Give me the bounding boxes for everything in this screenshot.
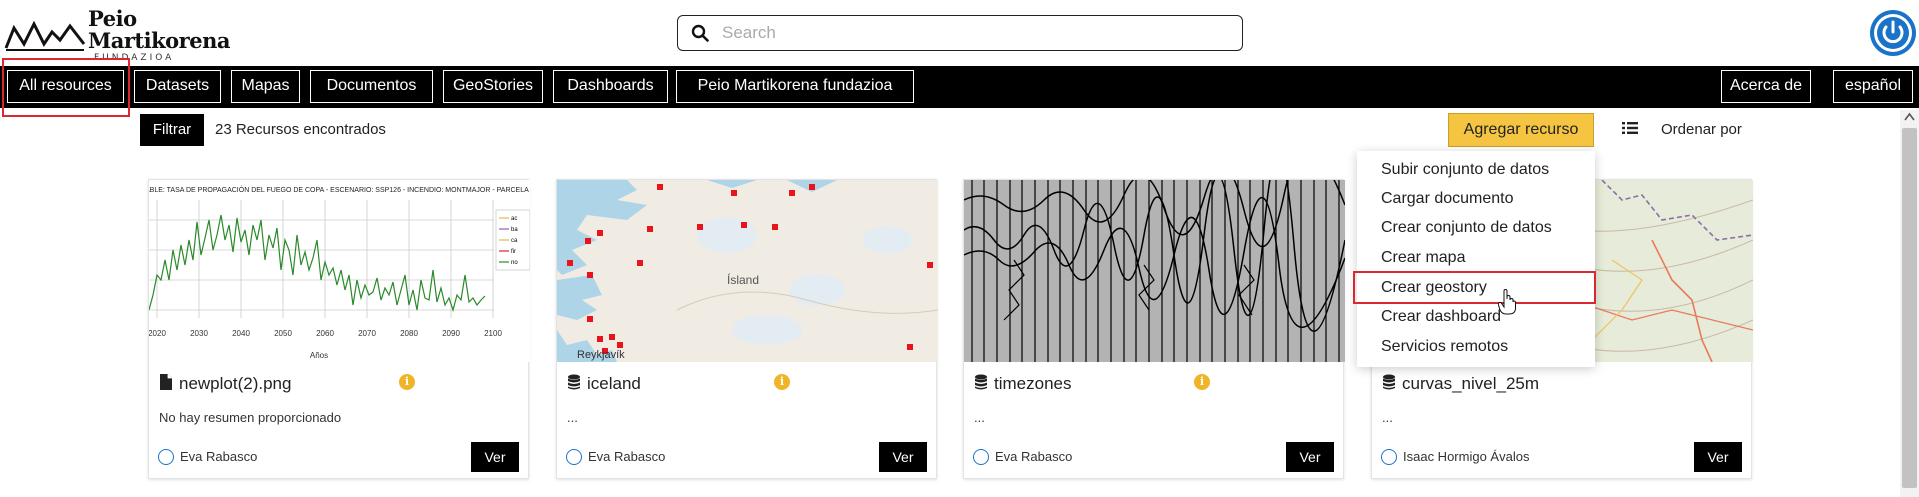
x-axis-label: Años: [310, 351, 328, 360]
menu-item-remote-services[interactable]: Servicios remotos: [1381, 338, 1508, 364]
legend-item: fir: [511, 249, 516, 255]
x-tick-label: 2040: [232, 329, 250, 338]
view-button[interactable]: Ver: [471, 442, 519, 472]
nav-peio-fundazioa[interactable]: Peio Martikorena fundazioa: [676, 70, 914, 103]
add-resource-dropdown: Subir conjunto de datos Cargar documento…: [1357, 151, 1595, 367]
menu-item-create-dashboard[interactable]: Crear dashboard: [1381, 308, 1501, 334]
nav-geostories[interactable]: GeoStories: [443, 70, 543, 103]
info-icon[interactable]: i: [774, 374, 790, 390]
list-view-icon[interactable]: [1622, 121, 1638, 135]
x-tick-label: 2090: [442, 329, 460, 338]
legend-item: ba: [511, 227, 518, 233]
resource-card[interactable]: Ísland Reykjavík iceland i ... Eva Rabas…: [556, 179, 938, 479]
x-tick-label: 2060: [316, 329, 334, 338]
card-title[interactable]: newplot(2).png: [179, 374, 291, 394]
power-icon: [1874, 14, 1912, 52]
header: Peio Martikorena FUNDAZIOA: [0, 0, 1919, 66]
scroll-thumb[interactable]: [1902, 128, 1917, 488]
card-owner[interactable]: Isaac Hormigo Ávalos: [1403, 449, 1529, 464]
add-resource-button[interactable]: Agregar recurso: [1448, 113, 1594, 147]
x-tick-label: 2030: [190, 329, 208, 338]
x-tick-label: 2070: [358, 329, 376, 338]
highlight-all-resources: [2, 58, 130, 117]
info-icon[interactable]: i: [399, 374, 415, 390]
x-tick-label: 2020: [149, 329, 166, 338]
card-thumbnail-timezones: [964, 180, 1345, 362]
nav-datasets[interactable]: Datasets: [134, 70, 221, 103]
highlight-create-geostory: [1353, 271, 1596, 304]
card-owner[interactable]: Eva Rabasco: [995, 449, 1072, 464]
search-icon[interactable]: [691, 24, 709, 42]
legend-item: ac: [511, 216, 517, 222]
resource-count: 23 Recursos encontrados: [215, 121, 386, 138]
x-tick-label: 2050: [274, 329, 292, 338]
nav-about[interactable]: Acerca de: [1721, 70, 1811, 103]
map-label-country: Ísland: [727, 272, 759, 287]
card-abstract: No hay resumen proporcionado: [159, 410, 342, 425]
view-button[interactable]: Ver: [1694, 442, 1742, 472]
owner-avatar-icon: [158, 449, 174, 465]
card-owner[interactable]: Eva Rabasco: [588, 449, 665, 464]
menu-item-upload-dataset[interactable]: Subir conjunto de datos: [1381, 161, 1549, 187]
chart-thumb-title: ABLE: TASA DE PROPAGACIÓN DEL FUEGO DE C…: [149, 185, 529, 194]
card-thumbnail-chart: ABLE: TASA DE PROPAGACIÓN DEL FUEGO DE C…: [149, 180, 530, 362]
nav-dashboards[interactable]: Dashboards: [553, 70, 668, 103]
page-scrollbar[interactable]: [1900, 110, 1919, 497]
owner-avatar-icon: [566, 449, 582, 465]
language-selector[interactable]: español: [1833, 70, 1913, 103]
nav-mapas[interactable]: Mapas: [231, 70, 300, 103]
scroll-up-icon[interactable]: [1904, 112, 1915, 122]
main-nav: All resources Datasets Mapas Documentos …: [0, 66, 1919, 108]
brand-logo[interactable]: Peio Martikorena FUNDAZIOA: [4, 6, 230, 63]
hand-cursor-icon: [1498, 289, 1516, 315]
owner-avatar-icon: [973, 449, 989, 465]
resource-card[interactable]: timezones i ... Eva Rabasco Ver: [963, 179, 1345, 479]
filter-button[interactable]: Filtrar: [140, 114, 204, 146]
resource-card[interactable]: ABLE: TASA DE PROPAGACIÓN DEL FUEGO DE C…: [148, 179, 530, 479]
card-title[interactable]: curvas_nivel_25m: [1402, 374, 1539, 394]
database-icon: [568, 374, 580, 390]
map-label-city: Reykjavík: [577, 349, 625, 361]
info-icon[interactable]: i: [1194, 374, 1210, 390]
card-abstract: ...: [567, 410, 578, 425]
menu-item-upload-document[interactable]: Cargar documento: [1381, 190, 1514, 216]
brand-mark-icon: [4, 20, 86, 51]
map-thumbnail: Ísland Reykjavík: [557, 180, 938, 362]
user-avatar[interactable]: [1870, 10, 1916, 56]
card-owner[interactable]: Eva Rabasco: [180, 449, 257, 464]
search-input[interactable]: [722, 20, 1222, 46]
file-icon: [160, 374, 172, 390]
owner-avatar-icon: [1381, 449, 1397, 465]
view-button[interactable]: Ver: [1286, 442, 1334, 472]
card-abstract: ...: [974, 410, 985, 425]
card-thumbnail-map: Ísland Reykjavík: [557, 180, 938, 362]
timezones-thumbnail: [964, 180, 1345, 362]
order-by-label[interactable]: Ordenar por: [1661, 121, 1742, 138]
search-box[interactable]: [677, 15, 1243, 51]
chart-thumbnail: ABLE: TASA DE PROPAGACIÓN DEL FUEGO DE C…: [149, 180, 530, 362]
card-title[interactable]: timezones: [994, 374, 1071, 394]
brand-line1: Peio: [88, 6, 137, 31]
legend-item: no: [511, 260, 518, 266]
nav-documentos[interactable]: Documentos: [310, 70, 433, 103]
view-button[interactable]: Ver: [879, 442, 927, 472]
x-tick-label: 2080: [400, 329, 418, 338]
database-icon: [975, 374, 987, 390]
menu-item-create-dataset[interactable]: Crear conjunto de datos: [1381, 219, 1552, 245]
legend-item: ca: [511, 238, 518, 244]
database-icon: [1383, 374, 1395, 390]
brand-line2: Martikorena: [88, 28, 230, 53]
x-tick-label: 2100: [484, 329, 502, 338]
card-abstract: ...: [1382, 410, 1393, 425]
card-title[interactable]: iceland: [587, 374, 641, 394]
